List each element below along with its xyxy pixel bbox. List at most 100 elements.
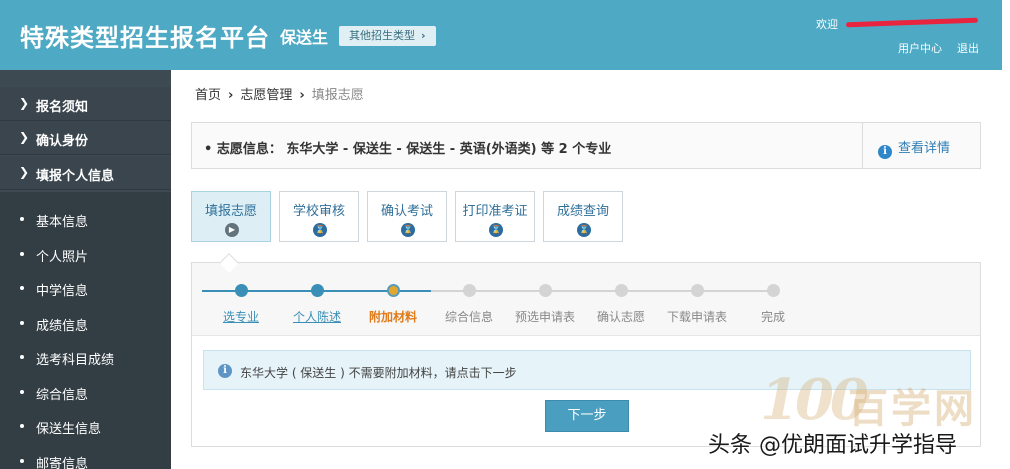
sidebar-item-mailing-info[interactable]: 邮寄信息 <box>0 444 171 469</box>
sidebar-section-confirm-identity[interactable]: ❯ 确认身份 <box>0 121 171 155</box>
view-details-link[interactable]: i 查看详情 <box>878 137 950 159</box>
sidebar-item-elective-scores[interactable]: 选考科目成绩 <box>0 340 171 374</box>
breadcrumb-volunteer-management[interactable]: 志愿管理 <box>240 88 292 103</box>
sidebar-item-label: 中学信息 <box>36 284 89 299</box>
sidebar-section-notice[interactable]: ❯ 报名须知 <box>0 87 171 121</box>
platform-title: 特殊类型招生报名平台 <box>20 24 270 52</box>
step-dot-todo <box>767 284 780 297</box>
progress-line-segment <box>545 290 621 292</box>
step-dot-todo <box>691 284 704 297</box>
tab-label: 成绩查询 <box>556 204 609 219</box>
chevron-right-icon: ❯ <box>19 96 30 110</box>
bullet-icon <box>20 252 24 256</box>
tab-label: 填报志愿 <box>204 204 257 219</box>
volunteer-info-text: • 志愿信息： 东华大学 - 保送生 - 保送生 - 英语(外语类) 等 2 个… <box>204 142 612 157</box>
breadcrumb: 首页 › 志愿管理 › 填报志愿 <box>195 84 364 103</box>
hourglass-icon: ⌛ <box>489 223 503 237</box>
bullet-icon <box>20 390 24 394</box>
chevron-right-icon: › <box>299 88 305 103</box>
bullet-icon <box>20 321 24 325</box>
watermark-author: 头条 @优朗面试升学指导 <box>708 433 957 458</box>
bullet-icon <box>20 217 24 221</box>
sidebar-item-label: 基本信息 <box>36 215 89 230</box>
tab-school-review[interactable]: 学校审核 ⌛ <box>279 191 359 242</box>
play-icon: ▶ <box>225 223 239 237</box>
volunteer-info-bar: • 志愿信息： 东华大学 - 保送生 - 保送生 - 英语(外语类) 等 2 个… <box>191 122 981 169</box>
tab-print-admission-ticket[interactable]: 打印准考证 ⌛ <box>455 191 535 242</box>
sidebar-section-label: 报名须知 <box>36 100 89 115</box>
step-label: 下载申请表 <box>666 310 727 324</box>
sidebar-item-photo[interactable]: 个人照片 <box>0 237 171 271</box>
chevron-right-icon: ❯ <box>19 165 30 179</box>
bullet-icon <box>20 459 24 463</box>
progress-line-segment <box>469 290 545 292</box>
progress-steps: 选专业 个人陈述 附加材料 综合信息 预选申请表 确认志愿 下载申请表 完成 <box>192 263 980 336</box>
step-label: 附加材料 <box>368 310 417 324</box>
step-dot-done <box>235 284 248 297</box>
sidebar-item-label: 成绩信息 <box>36 319 89 334</box>
sidebar-item-label: 综合信息 <box>36 388 89 403</box>
tab-score-query[interactable]: 成绩查询 ⌛ <box>543 191 623 242</box>
sidebar: ❯ 报名须知 ❯ 确认身份 ❯ 填报个人信息 基本信息 个人照片 中学信息 成绩… <box>0 70 171 469</box>
step-dot-current <box>387 284 400 297</box>
progress-line-segment <box>621 290 697 292</box>
user-center-link[interactable]: 用户中心 <box>898 40 942 56</box>
sidebar-item-scores[interactable]: 成绩信息 <box>0 306 171 340</box>
sidebar-sub-list: 基本信息 个人照片 中学信息 成绩信息 选考科目成绩 综合信息 保送生信息 邮寄… <box>0 192 171 469</box>
tab-confirm-exam[interactable]: 确认考试 ⌛ <box>367 191 447 242</box>
step-label[interactable]: 选专业 <box>201 308 281 325</box>
sidebar-section-personal-info[interactable]: ❯ 填报个人信息 <box>0 156 171 190</box>
sidebar-item-school-info[interactable]: 中学信息 <box>0 271 171 305</box>
hourglass-icon: ⌛ <box>313 223 327 237</box>
logout-link[interactable]: 退出 <box>957 40 979 56</box>
progress-line-segment <box>241 290 317 292</box>
sidebar-section-label: 确认身份 <box>36 134 89 149</box>
chevron-right-icon: ❯ <box>19 130 30 144</box>
progress-line-segment <box>317 290 393 292</box>
sidebar-item-label: 邮寄信息 <box>36 457 89 469</box>
step-label: 预选申请表 <box>514 310 575 324</box>
redacted-username <box>845 17 979 28</box>
notice-text: 东华大学 ( 保送生 ) 不需要附加材料，请点击下一步 <box>240 366 517 380</box>
next-step-button[interactable]: 下一步 <box>545 400 629 432</box>
sidebar-section-label: 填报个人信息 <box>36 169 115 184</box>
watermark-site-name: 百学网 <box>848 386 977 432</box>
sidebar-item-label: 保送生信息 <box>36 422 102 437</box>
step-dot-todo <box>615 284 628 297</box>
bullet-icon <box>20 355 24 359</box>
view-details-label: 查看详情 <box>898 141 951 156</box>
tab-label: 学校审核 <box>292 204 345 219</box>
progress-line-segment <box>697 290 773 292</box>
step-dot-todo <box>539 284 552 297</box>
info-icon: i <box>218 364 232 378</box>
welcome-label: 欢迎 <box>816 18 838 31</box>
bullet-icon <box>20 424 24 428</box>
hourglass-icon: ⌛ <box>577 223 591 237</box>
tab-label: 打印准考证 <box>462 204 528 219</box>
breadcrumb-current: 填报志愿 <box>311 88 364 103</box>
sidebar-item-comprehensive-info[interactable]: 综合信息 <box>0 375 171 409</box>
tab-label: 确认考试 <box>380 204 433 219</box>
step-label: 综合信息 <box>444 310 493 324</box>
sidebar-item-label: 个人照片 <box>36 250 89 265</box>
sidebar-item-recommendation-info[interactable]: 保送生信息 <box>0 409 171 443</box>
step-label[interactable]: 个人陈述 <box>277 308 357 325</box>
sidebar-item-basic-info[interactable]: 基本信息 <box>0 202 171 236</box>
chevron-right-icon: › <box>228 88 234 103</box>
step-label: 确认志愿 <box>596 310 645 324</box>
hourglass-icon: ⌛ <box>401 223 415 237</box>
tab-fill-volunteer[interactable]: 填报志愿 ▶ <box>191 191 271 242</box>
sidebar-item-label: 选考科目成绩 <box>36 353 115 368</box>
step-dot-todo <box>463 284 476 297</box>
divider <box>862 123 863 168</box>
other-admission-types-label: 其他招生类型 <box>349 29 415 42</box>
info-icon: i <box>878 145 892 159</box>
other-admission-types-button[interactable]: 其他招生类型 › <box>339 26 436 46</box>
top-header: 特殊类型招生报名平台 保送生 其他招生类型 › 欢迎 用户中心 退出 <box>0 0 1002 70</box>
step-label: 完成 <box>760 310 785 324</box>
breadcrumb-home[interactable]: 首页 <box>195 88 221 103</box>
bullet-icon <box>20 286 24 290</box>
chevron-right-icon: › <box>421 29 426 42</box>
step-dot-done <box>311 284 324 297</box>
current-admission-type: 保送生 <box>280 28 329 47</box>
